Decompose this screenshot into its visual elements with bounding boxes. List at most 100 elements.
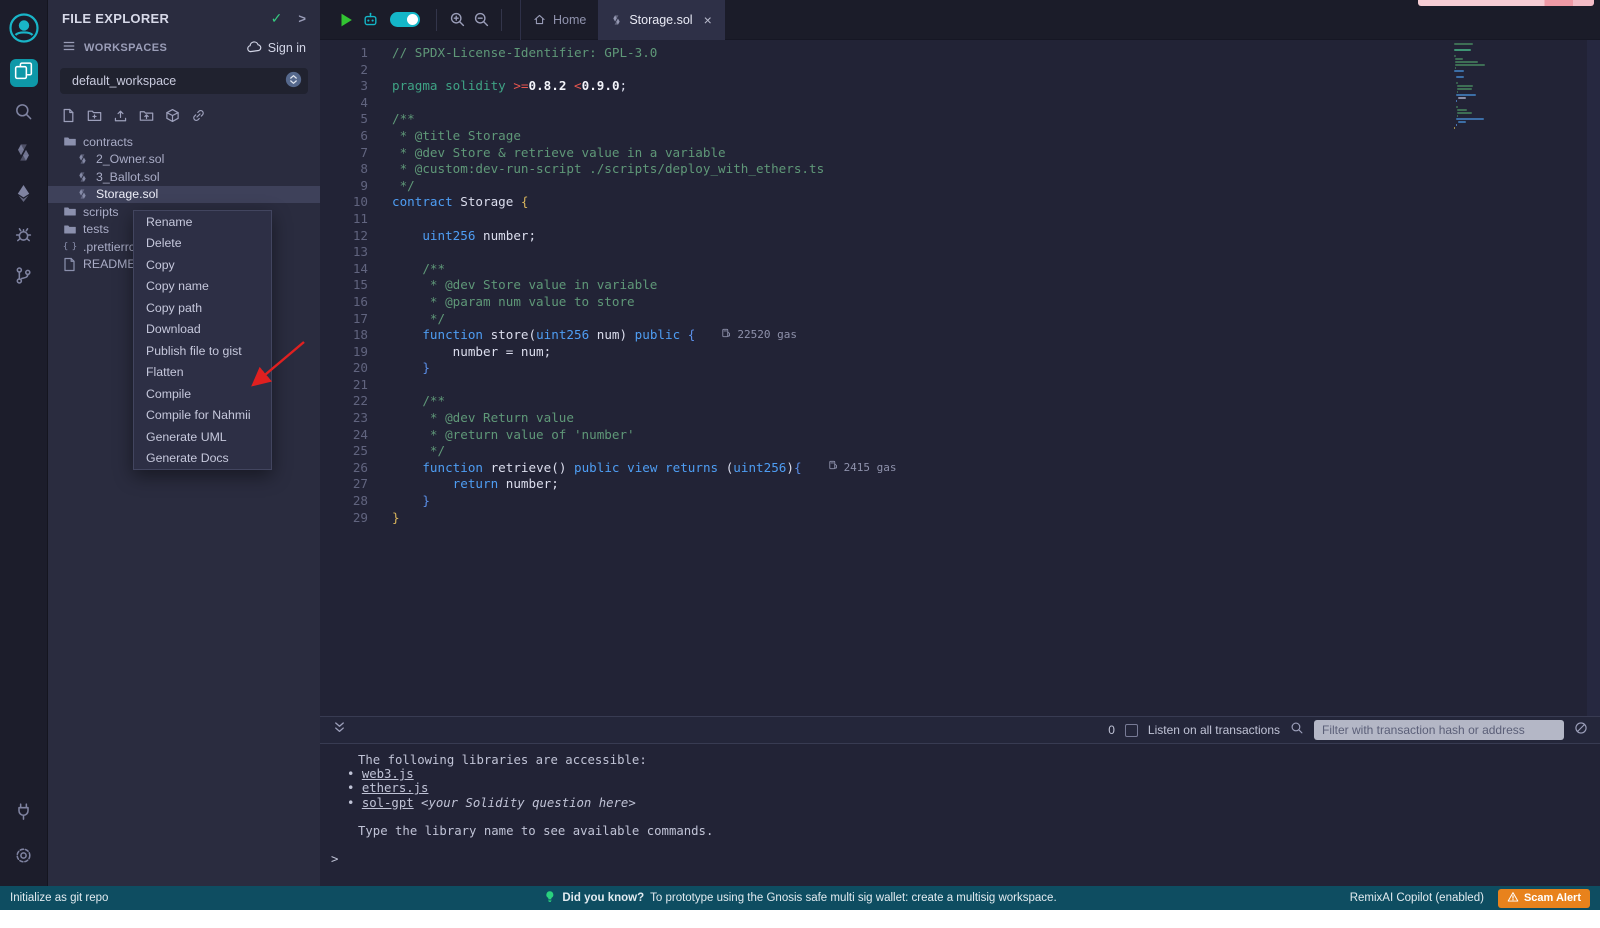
context-menu-item-rename[interactable]: Rename xyxy=(134,211,271,233)
clear-console-icon[interactable] xyxy=(1574,721,1588,740)
line-content: } xyxy=(392,510,400,527)
line-content: pragma solidity >=0.8.2 <0.9.0; xyxy=(392,78,627,95)
tree-item-3-ballot-sol[interactable]: 3_Ballot.sol xyxy=(48,168,320,186)
tree-item-label: 2_Owner.sol xyxy=(96,152,164,166)
tab-storage-sol[interactable]: Storage.sol × xyxy=(598,0,724,40)
tree-item-contracts[interactable]: contracts xyxy=(48,133,320,151)
terminal-output[interactable]: The following libraries are accessible:•… xyxy=(320,745,1600,886)
settings-button[interactable] xyxy=(10,844,38,872)
copilot-status[interactable]: RemixAI Copilot (enabled) xyxy=(1350,892,1484,904)
files-icon xyxy=(14,61,33,85)
upload-folder-button[interactable] xyxy=(138,108,155,125)
zoom-in-icon[interactable] xyxy=(445,8,469,32)
minimap-line xyxy=(1457,109,1467,111)
new-file-button[interactable] xyxy=(60,108,77,125)
upload-file-icon xyxy=(113,108,128,128)
terminal-library-item: • sol-gpt <your Solidity question here> xyxy=(320,796,1600,810)
tree-item-2-owner-sol[interactable]: 2_Owner.sol xyxy=(48,151,320,169)
minimap-line xyxy=(1454,127,1455,129)
import-from-url-button[interactable] xyxy=(190,108,207,125)
plug-icon xyxy=(14,802,33,826)
context-menu-item-copy-name[interactable]: Copy name xyxy=(134,276,271,298)
git-button[interactable] xyxy=(10,264,38,292)
terminal-prompt[interactable]: > xyxy=(320,852,1600,866)
line-number: 11 xyxy=(320,211,368,228)
sign-in-button[interactable]: Sign in xyxy=(246,39,306,58)
library-link[interactable]: web3.js xyxy=(362,767,414,781)
terminal-header: 0 Listen on all transactions xyxy=(320,716,1600,744)
library-link[interactable]: ethers.js xyxy=(362,781,429,795)
load-from-ipfs-button[interactable] xyxy=(164,108,181,125)
gas-estimate-label: 2415 gas xyxy=(844,460,897,477)
ai-copilot-icon[interactable] xyxy=(358,8,382,32)
library-hint: <your Solidity question here> xyxy=(414,796,636,810)
chevron-right-icon[interactable]: > xyxy=(298,11,306,26)
git-init-button[interactable]: Initialize as git repo xyxy=(10,892,108,904)
code-line: 22 /** xyxy=(320,393,1600,410)
zoom-out-icon[interactable] xyxy=(469,8,493,32)
line-number: 1 xyxy=(320,45,368,62)
line-number: 22 xyxy=(320,393,368,410)
context-menu-item-compile-for-nahmii[interactable]: Compile for Nahmii xyxy=(134,405,271,427)
code-area: 1// SPDX-License-Identifier: GPL-3.023pr… xyxy=(320,40,1600,526)
copilot-toggle[interactable] xyxy=(390,12,420,27)
transaction-filter-input[interactable] xyxy=(1314,720,1564,740)
workspace-select[interactable]: default_workspace xyxy=(60,68,308,94)
terminal-search-icon[interactable] xyxy=(1290,721,1304,740)
debugger-button[interactable] xyxy=(10,223,38,251)
link-icon xyxy=(191,108,206,128)
code-line: 5/** xyxy=(320,111,1600,128)
context-menu-item-flatten[interactable]: Flatten xyxy=(134,362,271,384)
context-menu-item-download[interactable]: Download xyxy=(134,319,271,341)
line-number: 12 xyxy=(320,228,368,245)
upload-file-button[interactable] xyxy=(112,108,129,125)
deploy-run-button[interactable] xyxy=(10,182,38,210)
context-menu-item-generate-uml[interactable]: Generate UML xyxy=(134,426,271,448)
line-number: 24 xyxy=(320,427,368,444)
expand-terminal-icon[interactable] xyxy=(332,720,347,740)
code-line: 18 function store(uint256 num) public {2… xyxy=(320,327,1600,344)
library-link[interactable]: sol-gpt xyxy=(362,796,414,810)
terminal-library-item: • web3.js xyxy=(320,767,1600,781)
code-line: 24 * @return value of 'number' xyxy=(320,427,1600,444)
tab-home[interactable]: Home xyxy=(520,0,598,40)
folder-icon xyxy=(62,223,77,236)
gas-estimate-badge[interactable]: 22520 gas xyxy=(721,327,797,344)
search-button[interactable] xyxy=(10,100,38,128)
context-menu-item-publish-file-to-gist[interactable]: Publish file to gist xyxy=(134,340,271,362)
page-margin xyxy=(0,910,1600,928)
code-line: 11 xyxy=(320,211,1600,228)
solidity-compiler-button[interactable] xyxy=(10,141,38,169)
line-content: */ xyxy=(392,443,445,460)
workspace-switch-icon[interactable] xyxy=(285,71,302,91)
remix-logo[interactable] xyxy=(7,11,41,45)
line-content: } xyxy=(392,360,430,377)
gas-estimate-badge[interactable]: 2415 gas xyxy=(828,460,897,477)
context-menu-item-delete[interactable]: Delete xyxy=(134,233,271,255)
minimap[interactable] xyxy=(1454,43,1512,130)
listen-checkbox[interactable] xyxy=(1125,724,1138,737)
file-explorer-button[interactable] xyxy=(10,59,38,87)
context-menu-item-copy-path[interactable]: Copy path xyxy=(134,297,271,319)
scam-alert-button[interactable]: Scam Alert xyxy=(1498,889,1590,908)
line-content: * @return value of 'number' xyxy=(392,427,635,444)
tab-label: Storage.sol xyxy=(629,13,692,27)
new-folder-button[interactable] xyxy=(86,108,103,125)
context-menu-item-compile[interactable]: Compile xyxy=(134,383,271,405)
line-content: number = num; xyxy=(392,344,551,361)
minimap-line xyxy=(1457,112,1472,114)
code-editor[interactable]: 1// SPDX-License-Identifier: GPL-3.023pr… xyxy=(320,40,1600,716)
context-menu-item-generate-docs[interactable]: Generate Docs xyxy=(134,448,271,470)
check-icon[interactable]: ✓ xyxy=(271,10,283,27)
editor-scrollbar[interactable] xyxy=(1587,40,1600,716)
run-script-button[interactable] xyxy=(334,8,358,32)
context-menu-item-copy[interactable]: Copy xyxy=(134,254,271,276)
plugin-manager-button[interactable] xyxy=(10,800,38,828)
close-tab-icon[interactable]: × xyxy=(704,13,712,27)
tree-item-label: 3_Ballot.sol xyxy=(96,170,160,184)
tree-item-storage-sol[interactable]: Storage.sol xyxy=(48,186,320,204)
line-number: 8 xyxy=(320,161,368,178)
sol-file-icon xyxy=(611,14,622,26)
minimap-line xyxy=(1455,58,1464,60)
hamburger-icon[interactable] xyxy=(62,39,76,58)
